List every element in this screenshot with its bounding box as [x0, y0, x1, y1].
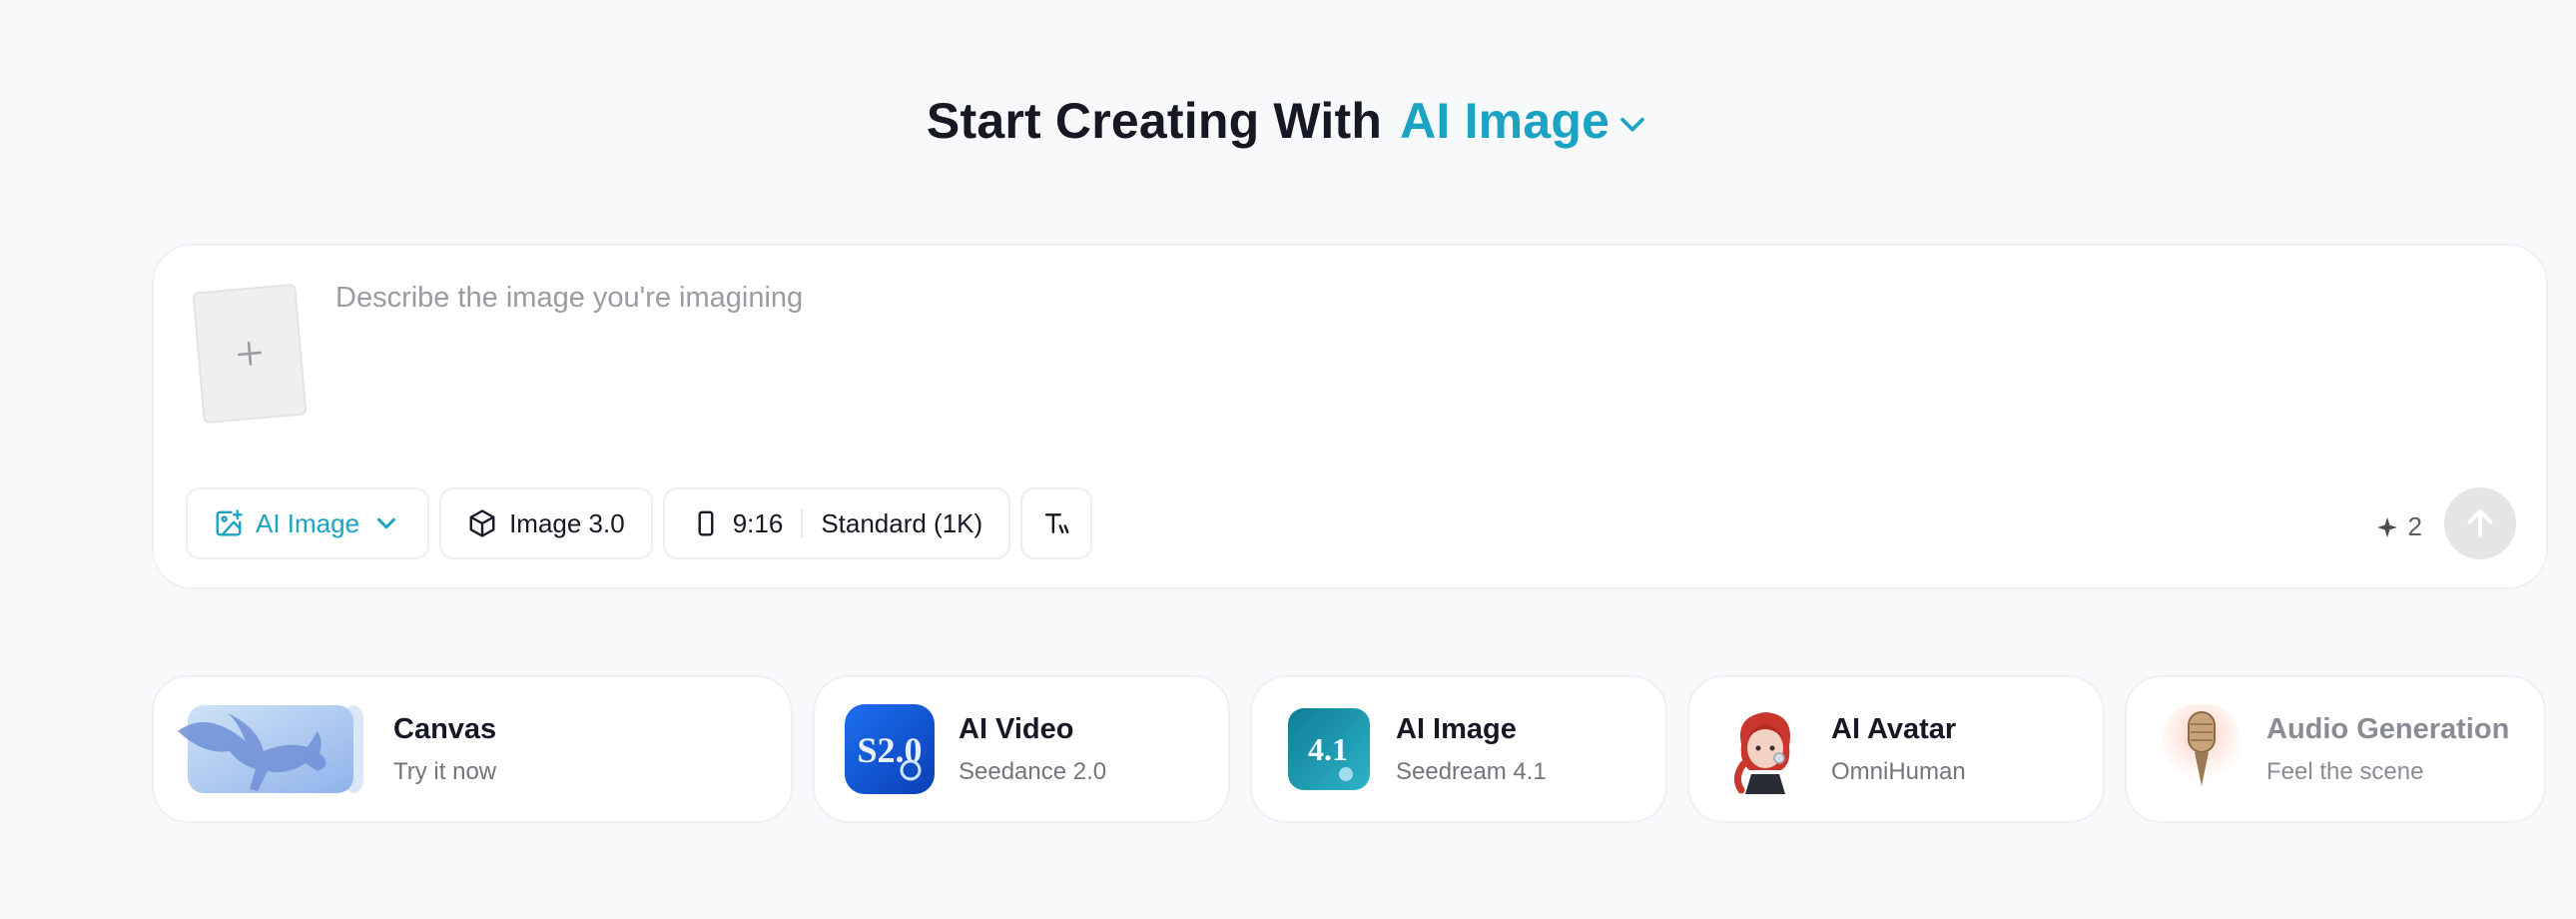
- feature-card-text: Canvas Try it now: [393, 713, 496, 786]
- feature-card-ai-image[interactable]: 4.1 AI Image Seedream 4.1: [1250, 675, 1667, 823]
- chevron-down-icon: [377, 517, 396, 529]
- microphone-icon: [2162, 704, 2242, 786]
- aspect-ratio-label: 9:16: [732, 507, 784, 538]
- feature-title: AI Video: [959, 712, 1074, 745]
- text-size-icon: [1045, 513, 1069, 533]
- prompt-toolbar: AI Image Image 3.0 9:16 Standard (1K): [186, 487, 1093, 559]
- mode-switcher[interactable]: AI Image: [1400, 92, 1649, 150]
- model-selector[interactable]: Image 3.0: [439, 487, 653, 559]
- feature-subtitle: Seedance 2.0: [959, 757, 1107, 785]
- phone-portrait-icon: [698, 510, 714, 536]
- aspect-ratio-selector[interactable]: 9:16 Standard (1K): [662, 487, 1011, 559]
- feature-subtitle: Try it now: [393, 757, 497, 785]
- feature-card-text: AI Image Seedream 4.1: [1396, 713, 1547, 786]
- feature-title: AI Image: [1396, 712, 1517, 745]
- feature-subtitle: Feel the scene: [2266, 757, 2424, 785]
- seedream-logo-icon: 4.1: [1288, 708, 1370, 790]
- divider: [801, 509, 804, 537]
- feature-subtitle: OmniHuman: [1831, 757, 1966, 785]
- page-title: Start Creating With AI Image: [0, 92, 2576, 150]
- feature-card-canvas[interactable]: Canvas Try it now: [152, 675, 793, 823]
- feature-title: Audio Generation: [2266, 712, 2510, 745]
- feature-card-ai-video[interactable]: S2.0 AI Video Seedance 2.0: [813, 675, 1230, 823]
- feature-card-text: AI Video Seedance 2.0: [959, 713, 1106, 786]
- feature-card-text: AI Avatar OmniHuman: [1831, 713, 1966, 786]
- generation-mode-label: AI Image: [256, 507, 360, 538]
- pegasus-thumbnail-icon: [178, 705, 363, 793]
- plus-icon: [238, 342, 262, 366]
- arrow-up-icon: [2467, 509, 2493, 537]
- seedance-logo-icon: S2.0: [845, 704, 935, 794]
- reference-upload-button[interactable]: [192, 283, 308, 425]
- avatar-character-icon: [1734, 712, 1790, 794]
- text-style-button[interactable]: [1020, 487, 1093, 559]
- seedream-badge-text: 4.1: [1308, 731, 1348, 767]
- mode-switcher-label: AI Image: [1400, 93, 1610, 149]
- feature-title: AI Avatar: [1831, 712, 1957, 745]
- resolution-label: Standard (1K): [821, 507, 983, 538]
- generation-mode-dropdown[interactable]: AI Image: [186, 487, 430, 559]
- feature-card-text: Audio Generation Feel the scene: [2266, 713, 2509, 786]
- credit-count: 2: [2407, 511, 2422, 541]
- credit-cost: 2: [2376, 511, 2422, 542]
- feature-card-ai-avatar[interactable]: AI Avatar OmniHuman: [1687, 675, 2105, 823]
- feature-card-audio-generation[interactable]: Audio Generation Feel the scene: [2125, 675, 2546, 823]
- seedance-badge-text: S2.0: [857, 730, 922, 770]
- feature-title: Canvas: [393, 712, 497, 745]
- image-plus-icon: [216, 509, 243, 536]
- send-button[interactable]: [2444, 487, 2516, 559]
- chevron-down-icon: [1620, 117, 1644, 132]
- page: Start Creating With AI Image AI Image: [0, 0, 2576, 919]
- prompt-card: AI Image Image 3.0 9:16 Standard (1K): [152, 244, 2548, 589]
- feature-subtitle: Seedream 4.1: [1396, 757, 1547, 785]
- cube-icon: [469, 509, 495, 537]
- model-label: Image 3.0: [509, 507, 625, 538]
- sparkle-icon: [2376, 516, 2397, 537]
- page-title-prefix: Start Creating With: [926, 93, 1383, 149]
- prompt-input[interactable]: [335, 276, 2482, 436]
